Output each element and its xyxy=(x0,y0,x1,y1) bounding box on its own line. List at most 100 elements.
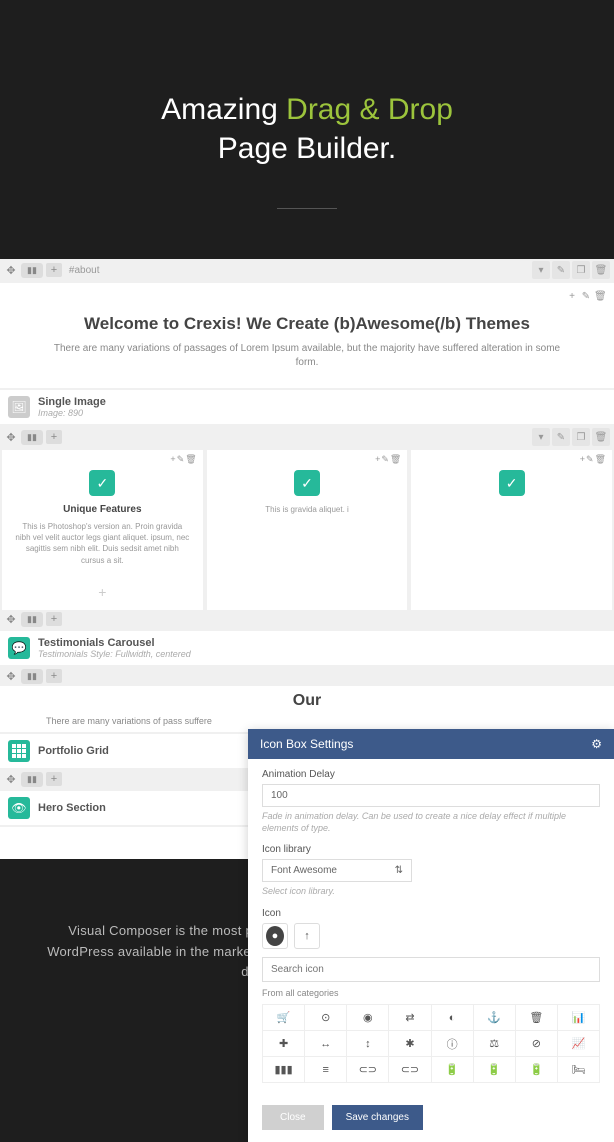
icon-library-help: Select icon library. xyxy=(262,886,600,898)
element-label: Single Image xyxy=(38,396,106,408)
columns-button[interactable]: ▮▮ xyxy=(21,612,43,627)
element-testimonials[interactable]: 💬 Testimonials Carousel Testimonials Sty… xyxy=(0,631,614,665)
upload-icon-button[interactable]: ↑ xyxy=(294,923,320,949)
add-icon[interactable]: + xyxy=(566,291,578,302)
dropdown-icon[interactable]: ▾ xyxy=(532,261,550,279)
icon-option[interactable]: 📊 xyxy=(558,1005,600,1031)
close-button[interactable]: Close xyxy=(262,1105,324,1130)
columns-button[interactable]: ▮▮ xyxy=(21,263,43,278)
icon-option[interactable]: ⊂⊃ xyxy=(389,1057,431,1083)
icon-option[interactable]: 🔋 xyxy=(516,1057,558,1083)
icon-option[interactable]: ≡ xyxy=(305,1057,347,1083)
move-icon[interactable]: ✥ xyxy=(4,669,18,683)
clone-icon[interactable]: ❐ xyxy=(572,261,590,279)
icon-option[interactable]: 🗑 xyxy=(516,1005,558,1031)
add-column-button[interactable]: + xyxy=(46,430,62,444)
icon-option[interactable]: ⊘ xyxy=(516,1031,558,1057)
save-changes-button[interactable]: Save changes xyxy=(332,1105,423,1130)
icon-option[interactable]: ↕ xyxy=(347,1031,389,1057)
edit-icon[interactable]: ✎ xyxy=(580,291,592,302)
feature-col-3[interactable]: +✎🗑 ✓ xyxy=(411,450,612,610)
delete-icon[interactable]: 🗑 xyxy=(594,291,606,302)
animation-delay-help: Fade in animation delay. Can be used to … xyxy=(262,811,600,834)
icon-option[interactable]: 🔋 xyxy=(474,1057,516,1083)
icon-option[interactable]: ✱ xyxy=(389,1031,431,1057)
hero-prefix: Amazing xyxy=(161,93,286,126)
dropdown-icon[interactable]: ▾ xyxy=(532,428,550,446)
feature-columns: +✎🗑 ✓ Unique Features This is Photoshop'… xyxy=(0,450,614,610)
element-single-image[interactable]: 🖼 Single Image Image: 890 xyxy=(0,390,614,424)
icon-library-select[interactable]: Font Awesome ⇅ xyxy=(262,859,412,882)
feature-col-2[interactable]: +✎🗑 ✓ This is gravida aliquet. i xyxy=(207,450,408,610)
edit-icon[interactable]: ✎ xyxy=(552,428,570,446)
chat-icon: 💬 xyxy=(8,637,30,659)
icon-option[interactable]: ⊂⊃ xyxy=(347,1057,389,1083)
hero-title-section: Amazing Drag & Drop Page Builder. xyxy=(0,0,614,259)
icon-option[interactable]: ⚓ xyxy=(474,1005,516,1031)
edit-icon[interactable]: ✎ xyxy=(552,261,570,279)
clone-icon[interactable]: ❐ xyxy=(572,428,590,446)
animation-delay-input[interactable] xyxy=(262,784,600,807)
feature-title: Unique Features xyxy=(14,504,191,515)
welcome-title: Welcome to Crexis! We Create (b)Awesome(… xyxy=(8,314,606,334)
icon-option[interactable]: ↔ xyxy=(305,1031,347,1057)
icon-box-settings-modal: Icon Box Settings ⚙ Animation Delay Fade… xyxy=(248,729,614,1142)
move-icon[interactable]: ✥ xyxy=(4,263,18,277)
row-header-features: ✥ ▮▮ + ▾ ✎ ❐ 🗑 xyxy=(0,426,614,448)
icon-option[interactable]: 🔋 xyxy=(432,1057,474,1083)
our-subtitle: There are many variations of pass suffer… xyxy=(6,716,608,726)
columns-button[interactable]: ▮▮ xyxy=(21,669,43,684)
add-icon[interactable]: + xyxy=(580,454,585,465)
delete-icon[interactable]: 🗑 xyxy=(185,454,196,465)
edit-icon[interactable]: ✎ xyxy=(177,454,185,465)
move-icon[interactable]: ✥ xyxy=(4,430,18,444)
delete-icon[interactable]: 🗑 xyxy=(592,261,610,279)
search-icon-input[interactable] xyxy=(262,957,600,982)
selected-icon-preview[interactable]: ● xyxy=(262,923,288,949)
icon-option[interactable]: ◐ xyxy=(432,1005,474,1031)
welcome-block: + ✎ 🗑 Welcome to Crexis! We Create (b)Aw… xyxy=(0,283,614,388)
edit-icon[interactable]: ✎ xyxy=(381,454,389,465)
icon-option[interactable]: 🛏 xyxy=(558,1057,600,1083)
hero-suffix: Page Builder. xyxy=(218,132,396,165)
divider xyxy=(277,208,337,209)
add-icon[interactable]: + xyxy=(375,454,380,465)
add-column-button[interactable]: + xyxy=(46,669,62,683)
delete-icon[interactable]: 🗑 xyxy=(390,454,401,465)
icon-option[interactable]: ▮▮▮ xyxy=(263,1057,305,1083)
check-badge-icon: ✓ xyxy=(294,470,320,496)
icon-option[interactable]: ⓘ xyxy=(432,1031,474,1057)
icon-option[interactable]: ⚖ xyxy=(474,1031,516,1057)
icon-option[interactable]: ◉ xyxy=(347,1005,389,1031)
icon-option[interactable]: ✚ xyxy=(263,1031,305,1057)
modal-header[interactable]: Icon Box Settings ⚙ xyxy=(248,729,614,759)
icon-option[interactable]: 🛒 xyxy=(263,1005,305,1031)
delete-icon[interactable]: 🗑 xyxy=(592,428,610,446)
delete-icon[interactable]: 🗑 xyxy=(595,454,606,465)
element-meta: Testimonials Style: Fullwidth, centered xyxy=(38,649,191,659)
element-actions: + ✎ 🗑 xyxy=(8,291,606,302)
check-badge-icon: ✓ xyxy=(499,470,525,496)
select-caret-icon: ⇅ xyxy=(395,865,403,876)
add-column-button[interactable]: + xyxy=(46,772,62,786)
element-label: Testimonials Carousel xyxy=(38,637,191,649)
icon-option[interactable]: 📈 xyxy=(558,1031,600,1057)
row-header-about: ✥ ▮▮ + #about ▾ ✎ ❐ 🗑 xyxy=(0,259,614,281)
add-column-button[interactable]: + xyxy=(46,612,62,626)
modal-title: Icon Box Settings xyxy=(260,737,353,751)
feature-desc-truncated: This is gravida aliquet. i xyxy=(219,504,396,515)
move-icon[interactable]: ✥ xyxy=(4,772,18,786)
icon-library-label: Icon library xyxy=(262,844,600,855)
icon-option[interactable]: ⊙ xyxy=(305,1005,347,1031)
feature-col-1[interactable]: +✎🗑 ✓ Unique Features This is Photoshop'… xyxy=(2,450,203,610)
add-icon[interactable]: + xyxy=(170,454,175,465)
eye-icon: 👁 xyxy=(8,797,30,819)
add-element-button[interactable]: + xyxy=(8,580,197,604)
gear-icon[interactable]: ⚙ xyxy=(591,737,602,751)
move-icon[interactable]: ✥ xyxy=(4,612,18,626)
icon-option[interactable]: ⇄ xyxy=(389,1005,431,1031)
edit-icon[interactable]: ✎ xyxy=(586,454,594,465)
columns-button[interactable]: ▮▮ xyxy=(21,430,43,445)
add-column-button[interactable]: + xyxy=(46,263,62,277)
columns-button[interactable]: ▮▮ xyxy=(21,772,43,787)
